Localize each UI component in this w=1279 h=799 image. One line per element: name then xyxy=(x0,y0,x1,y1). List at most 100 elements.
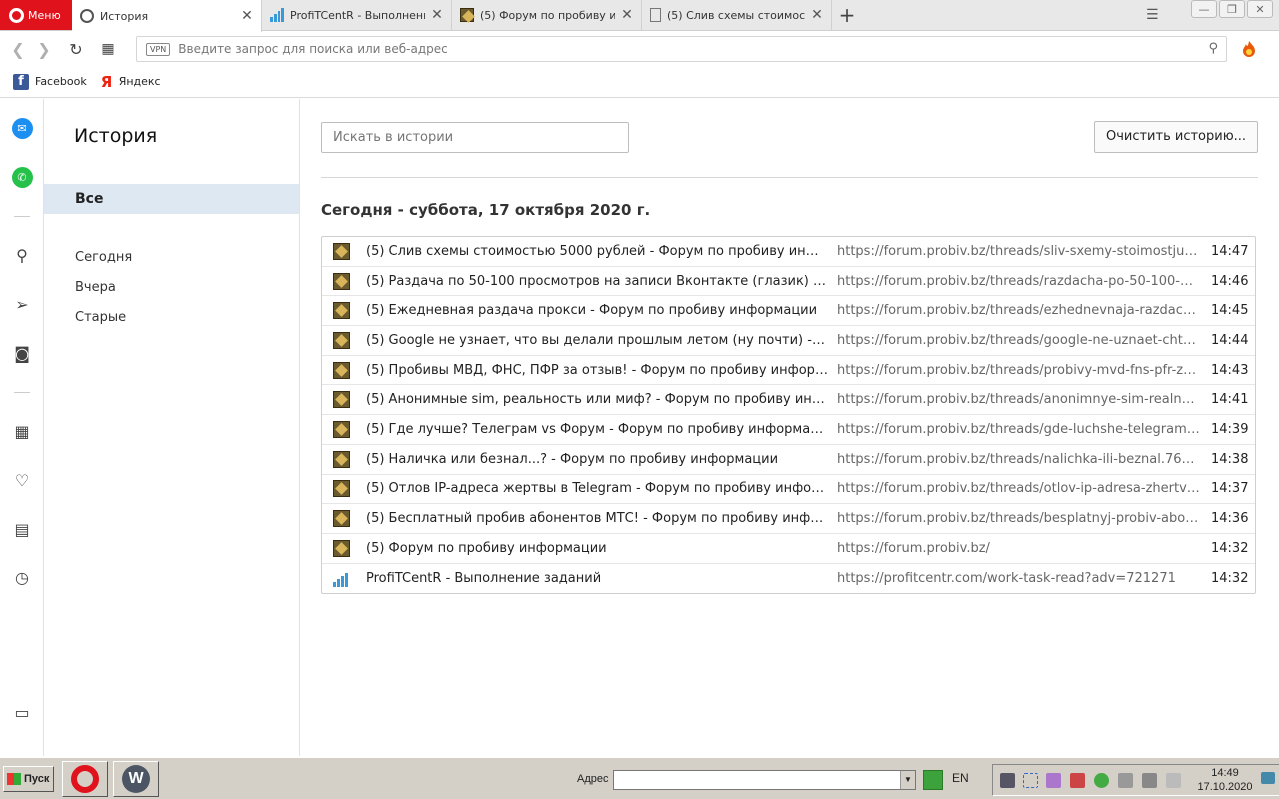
clear-history-button[interactable]: Очистить историю... xyxy=(1094,121,1258,153)
speed-dial-icon[interactable]: ▦ xyxy=(11,420,33,442)
history-icon[interactable]: ◷ xyxy=(11,566,33,588)
history-search-input[interactable] xyxy=(321,122,629,153)
send-icon[interactable]: ➢ xyxy=(11,293,33,315)
fire-icon[interactable] xyxy=(1241,40,1257,58)
close-tab-icon[interactable]: ✕ xyxy=(811,7,823,23)
taskbar-clock[interactable]: 14:49 17.10.2020 xyxy=(1197,766,1253,794)
forum-icon xyxy=(333,361,350,379)
tab-sliv[interactable]: (5) Слив схемы стоимостью... ✕ xyxy=(642,0,832,30)
desktop-icon[interactable] xyxy=(1261,772,1275,784)
go-button[interactable] xyxy=(923,770,943,790)
history-title[interactable]: (5) Где лучше? Телеграм vs Форум - Форум… xyxy=(366,422,828,437)
update-tray-icon[interactable] xyxy=(1094,773,1109,788)
messenger-icon[interactable]: ✉ xyxy=(11,117,33,139)
history-row[interactable]: (5) Отлов IP-адреса жертвы в Telegram - … xyxy=(322,475,1255,505)
url-input[interactable]: VPN Введите запрос для поиска или веб-ад… xyxy=(136,36,1227,62)
history-row[interactable]: ProfiTCentR - Выполнение заданий https://… xyxy=(322,564,1255,594)
history-title[interactable]: (5) Google не узнает, что вы делали прош… xyxy=(366,333,828,348)
vpn-badge[interactable]: VPN xyxy=(146,42,171,56)
history-row[interactable]: (5) Ежедневная раздача прокси - Форум по… xyxy=(322,296,1255,327)
history-row[interactable]: (5) Наличка или безнал...? - Форум по пр… xyxy=(322,445,1255,475)
close-tab-icon[interactable]: ✕ xyxy=(431,7,443,23)
history-title[interactable]: ProfiTCentR - Выполнение заданий xyxy=(366,571,828,586)
close-tab-icon[interactable]: ✕ xyxy=(621,7,633,23)
nav-today[interactable]: Сегодня xyxy=(75,250,132,265)
history-title[interactable]: (5) Пробивы МВД, ФНС, ПФР за отзыв! - Фо… xyxy=(366,363,828,378)
search-icon[interactable]: ⚲ xyxy=(1208,41,1218,56)
forum-icon xyxy=(333,331,350,349)
language-indicator[interactable]: EN xyxy=(952,771,969,785)
history-row[interactable]: (5) Бесплатный пробив абонентов МТС! - Ф… xyxy=(322,504,1255,534)
history-title[interactable]: (5) Раздача по 50-100 просмотров на запи… xyxy=(366,274,828,289)
forum-icon xyxy=(333,510,350,528)
taskbar-opera[interactable] xyxy=(62,761,108,797)
history-url: https://forum.probiv.bz/threads/ezhednev… xyxy=(837,303,1201,319)
facebook-icon: f xyxy=(13,73,29,90)
forum-icon xyxy=(333,539,350,557)
history-row[interactable]: (5) Слив схемы стоимостью 5000 рублей - … xyxy=(322,237,1255,267)
taskbar-address-label: Адрес xyxy=(577,773,609,785)
history-row[interactable]: (5) Раздача по 50-100 просмотров на запи… xyxy=(322,267,1255,297)
opera-logo-icon xyxy=(9,7,24,23)
nav-yesterday[interactable]: Вчера xyxy=(75,280,116,295)
network-tray-icon[interactable] xyxy=(1070,773,1085,788)
close-tab-icon[interactable]: ✕ xyxy=(241,8,253,24)
history-url: https://forum.probiv.bz/threads/google-n… xyxy=(837,332,1201,348)
dropdown-arrow-icon[interactable]: ▼ xyxy=(900,771,915,789)
menu-label: Меню xyxy=(28,8,61,22)
history-time: 14:37 xyxy=(1211,481,1249,497)
tab-title: (5) Слив схемы стоимостью... xyxy=(667,8,805,22)
whatsapp-icon[interactable]: ✆ xyxy=(11,166,33,188)
divider xyxy=(321,177,1258,178)
history-title[interactable]: (5) Наличка или безнал...? - Форум по пр… xyxy=(366,452,828,467)
nav-all[interactable]: Все xyxy=(44,184,299,214)
history-title[interactable]: (5) Форум по пробиву информации xyxy=(366,541,828,556)
taskbar-w-app[interactable]: W xyxy=(113,761,159,797)
history-url: https://forum.probiv.bz/threads/sliv-sxe… xyxy=(837,243,1201,259)
camera-icon[interactable]: ◙ xyxy=(11,342,33,364)
monitor-tray-icon[interactable] xyxy=(1142,773,1157,788)
news-icon[interactable]: ▤ xyxy=(11,518,33,540)
history-row[interactable]: (5) Форум по пробиву информации https://f… xyxy=(322,534,1255,564)
speed-dial-button[interactable]: ▦ xyxy=(92,41,124,57)
maximize-button[interactable]: ❐ xyxy=(1219,0,1245,18)
start-button[interactable]: Пуск xyxy=(3,766,54,792)
minimize-button[interactable]: — xyxy=(1191,0,1217,18)
history-time: 14:41 xyxy=(1211,392,1249,408)
search-icon[interactable]: ⚲ xyxy=(11,244,33,266)
new-tab-button[interactable]: + xyxy=(832,0,862,30)
selection-tray-icon[interactable] xyxy=(1023,773,1038,788)
reload-button[interactable]: ↻ xyxy=(60,40,92,59)
history-title[interactable]: (5) Отлов IP-адреса жертвы в Telegram - … xyxy=(366,481,828,496)
history-title[interactable]: (5) Ежедневная раздача прокси - Форум по… xyxy=(366,303,828,318)
heart-icon[interactable]: ♡ xyxy=(11,469,33,491)
close-window-button[interactable]: ✕ xyxy=(1247,0,1273,18)
yandex-icon: Я xyxy=(100,72,113,91)
opera-logo-icon xyxy=(71,765,99,793)
history-title[interactable]: (5) Бесплатный пробив абонентов МТС! - Ф… xyxy=(366,511,828,526)
history-title[interactable]: (5) Анонимные sim, реальность или миф? -… xyxy=(366,392,828,407)
opera-menu-button[interactable]: Меню xyxy=(0,0,72,30)
forum-icon xyxy=(333,420,350,438)
pen-tray-icon[interactable] xyxy=(1046,773,1061,788)
taskbar-address-input[interactable]: ▼ xyxy=(613,770,916,790)
tab-menu-icon[interactable]: ☰ xyxy=(1146,7,1159,23)
w-tray-icon[interactable] xyxy=(1000,773,1015,788)
volume-icon[interactable] xyxy=(1166,773,1181,788)
history-url: https://forum.probiv.bz/threads/otlov-ip… xyxy=(837,481,1201,497)
history-row[interactable]: (5) Google не узнает, что вы делали прош… xyxy=(322,326,1255,356)
device-tray-icon[interactable] xyxy=(1118,773,1133,788)
history-url: https://profitcentr.com/work-task-read?a… xyxy=(837,570,1176,586)
tab-forum[interactable]: (5) Форум по пробиву инфо... ✕ xyxy=(452,0,642,30)
history-row[interactable]: (5) Анонимные sim, реальность или миф? -… xyxy=(322,385,1255,416)
history-row[interactable]: (5) Пробивы МВД, ФНС, ПФР за отзыв! - Фо… xyxy=(322,356,1255,386)
tab-profitcentr[interactable]: ProfiTCentR - Выполнение з... ✕ xyxy=(262,0,452,30)
bookmark-yandex[interactable]: Я Яндекс xyxy=(101,73,161,91)
bookmark-facebook[interactable]: f Facebook xyxy=(13,73,87,90)
nav-older[interactable]: Старые xyxy=(75,310,126,325)
forward-button[interactable]: ❯ xyxy=(28,40,60,59)
history-row[interactable]: (5) Где лучше? Телеграм vs Форум - Форум… xyxy=(322,415,1255,445)
tab-history[interactable]: История ✕ xyxy=(72,0,262,32)
sidebar-toggle-icon[interactable]: ▭ xyxy=(11,701,33,723)
history-title[interactable]: (5) Слив схемы стоимостью 5000 рублей - … xyxy=(366,244,828,259)
